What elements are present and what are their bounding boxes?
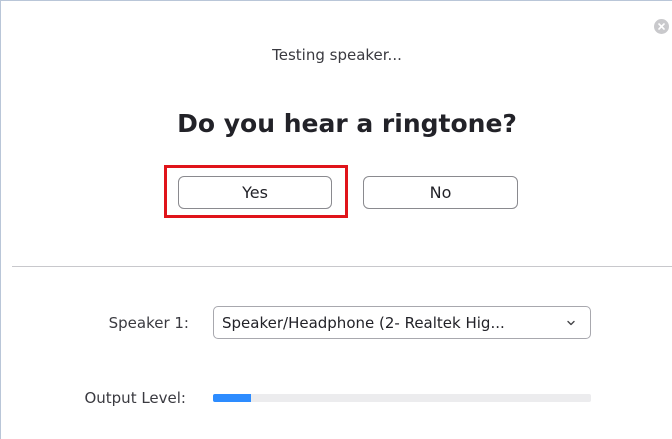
yes-button[interactable]: Yes: [178, 176, 332, 209]
output-level-meter: [213, 394, 591, 402]
output-level-fill: [213, 394, 251, 402]
speaker-select-value: Speaker/Headphone (2- Realtek Hig...: [222, 314, 505, 332]
speaker-label: Speaker 1:: [108, 314, 189, 332]
speaker-test-dialog: Testing speaker... Do you hear a rington…: [0, 0, 672, 439]
section-divider: [12, 266, 672, 267]
status-text: Testing speaker...: [272, 46, 402, 64]
close-button[interactable]: [654, 19, 669, 34]
close-icon: [658, 23, 665, 30]
speaker-select[interactable]: Speaker/Headphone (2- Realtek Hig...: [213, 306, 591, 339]
no-button[interactable]: No: [363, 176, 518, 209]
question-heading: Do you hear a ringtone?: [177, 109, 517, 138]
chevron-down-icon: [567, 320, 575, 326]
output-level-label: Output Level:: [84, 389, 186, 407]
